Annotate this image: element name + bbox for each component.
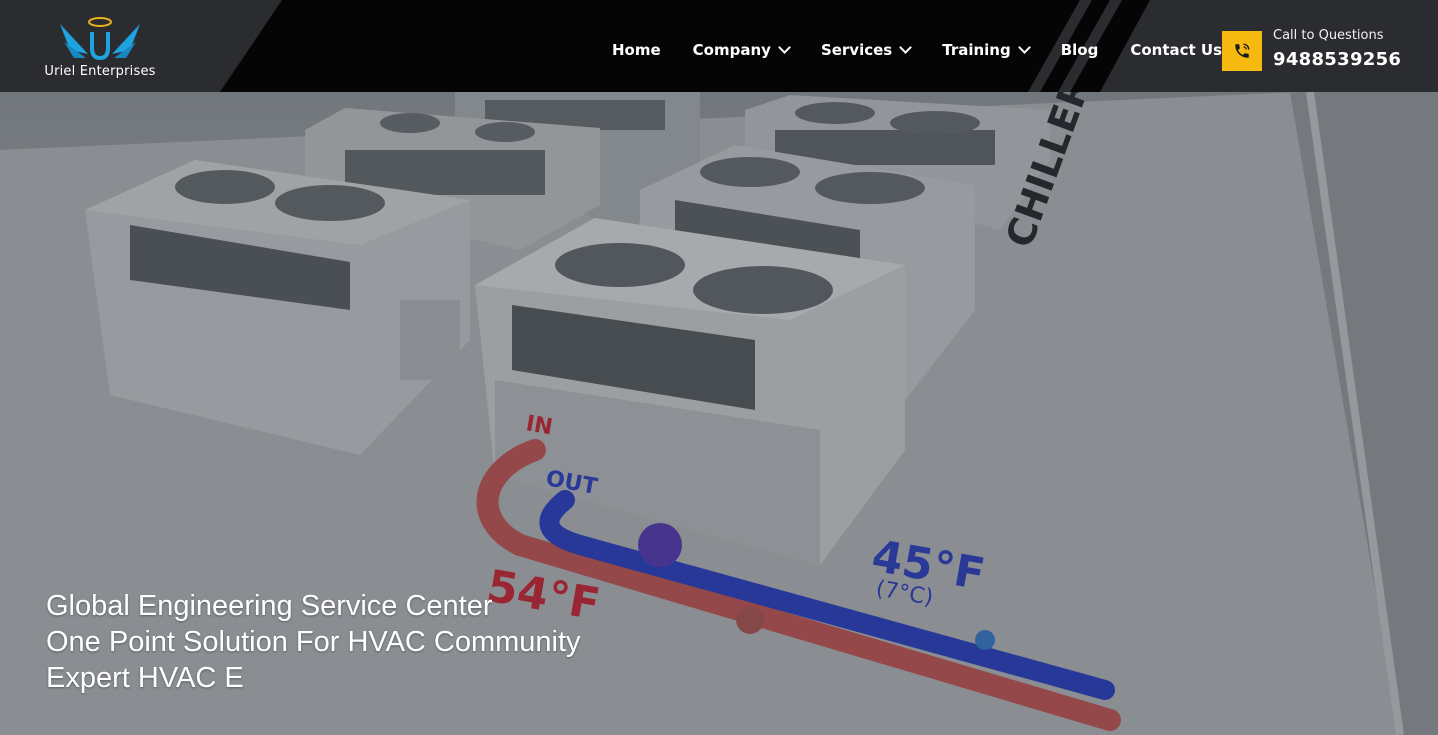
phone-icon xyxy=(1235,43,1250,58)
site-header: Uriel Enterprises Home Company Services … xyxy=(0,0,1438,92)
hero-headline: Global Engineering Service Center One Po… xyxy=(46,588,581,696)
nav-services[interactable]: Services xyxy=(820,41,913,59)
nav-contact-us[interactable]: Contact Us xyxy=(1130,41,1222,59)
chevron-down-icon xyxy=(778,41,791,54)
nav-services-label: Services xyxy=(820,41,893,59)
phone-number[interactable]: 9488539256 xyxy=(1273,49,1401,70)
nav-training-label: Training xyxy=(942,41,1011,59)
nav-home[interactable]: Home xyxy=(612,41,661,59)
call-button[interactable] xyxy=(1222,31,1262,71)
nav-contact-label: Contact Us xyxy=(1130,41,1223,59)
nav-company[interactable]: Company xyxy=(692,41,791,59)
nav-training[interactable]: Training xyxy=(942,41,1031,59)
nav-blog[interactable]: Blog xyxy=(1061,41,1099,59)
brand-logo[interactable]: Uriel Enterprises xyxy=(44,12,156,82)
angel-wings-logo-icon xyxy=(60,17,140,61)
nav-blog-label: Blog xyxy=(1060,41,1099,59)
chevron-down-icon xyxy=(899,41,913,54)
nav-company-label: Company xyxy=(692,41,771,59)
brand-name: Uriel Enterprises xyxy=(44,64,156,79)
hero-line-2: One Point Solution For HVAC Community xyxy=(46,626,581,658)
call-label: Call to Questions xyxy=(1273,28,1384,43)
main-navigation: Home Company Services Training Blog Cont… xyxy=(596,32,1238,68)
hero-line-1: Global Engineering Service Center xyxy=(46,590,493,622)
nav-home-label: Home xyxy=(612,41,661,59)
hero-line-3: Expert HVAC E xyxy=(46,662,244,694)
chevron-down-icon xyxy=(1017,41,1031,54)
